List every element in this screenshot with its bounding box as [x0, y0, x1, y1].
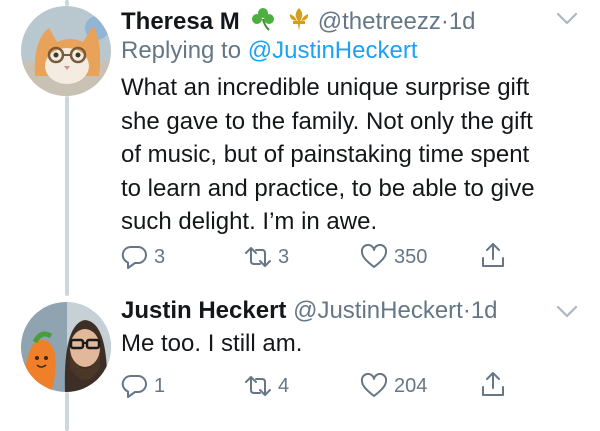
like-button[interactable]: 204	[360, 372, 427, 400]
tweet-text: Me too. I still am.	[121, 327, 302, 361]
tweet-text-line: to learn and practice, to be able to giv…	[121, 174, 535, 202]
thread-line-bottom	[65, 392, 69, 431]
share-icon	[482, 372, 504, 396]
handle[interactable]: @JustinHeckert	[293, 297, 463, 324]
tweet-text-line: of music, but of painstaking time spent	[121, 141, 530, 168]
tweet-header: Theresa M @thetreezz·1d	[121, 6, 476, 39]
share-button[interactable]	[480, 241, 506, 269]
tweet-text-line: What an incredible unique surprise gift	[121, 74, 530, 101]
chevron-down-icon[interactable]	[556, 12, 578, 26]
reply-count: 1	[154, 374, 166, 397]
replying-to: Replying to @JustinHeckert	[121, 37, 418, 65]
handle[interactable]: @thetreezz	[318, 8, 441, 35]
separator: ·	[440, 8, 449, 35]
thread-line-middle	[65, 96, 69, 296]
retweet-button[interactable]: 3	[244, 243, 289, 271]
tweet-text-line: Me too. I still am.	[121, 330, 303, 357]
heart-icon	[360, 244, 388, 268]
separator: ·	[462, 297, 471, 324]
tweet-header: Justin Heckert @JustinHeckert·1d	[121, 297, 498, 325]
avatar-cat-image	[21, 6, 111, 96]
tweet-text-line: such delight. I’m in awe.	[121, 208, 378, 235]
reply-icon	[121, 374, 147, 398]
like-button[interactable]: 350	[360, 243, 427, 271]
avatar[interactable]	[21, 6, 111, 96]
avatar-person-image	[21, 302, 111, 392]
chevron-down-icon[interactable]	[556, 305, 578, 319]
tweet-text-line: she gave to the family. Not only the gif…	[121, 107, 533, 135]
reply-button[interactable]: 3	[121, 243, 165, 271]
timestamp[interactable]: 1d	[471, 297, 498, 324]
avatar[interactable]	[21, 302, 111, 392]
retweet-icon	[245, 376, 271, 396]
like-count: 350	[394, 245, 428, 268]
display-name[interactable]: Justin Heckert	[121, 297, 286, 324]
replying-to-label: Replying to	[121, 37, 242, 64]
retweet-icon	[245, 247, 271, 267]
share-button[interactable]	[480, 370, 506, 398]
heart-icon	[360, 373, 388, 397]
display-name[interactable]: Theresa M	[121, 8, 240, 35]
fleur-de-lis-icon	[287, 6, 311, 39]
shamrock-icon	[250, 6, 276, 39]
retweet-count: 3	[278, 245, 290, 268]
like-count: 204	[394, 374, 428, 397]
share-icon	[482, 243, 504, 267]
reply-icon	[121, 245, 147, 269]
replying-to-mention[interactable]: @JustinHeckert	[248, 37, 418, 64]
timestamp[interactable]: 1d	[449, 8, 476, 35]
reply-count: 3	[154, 245, 166, 268]
reply-button[interactable]: 1	[121, 372, 165, 400]
retweet-button[interactable]: 4	[244, 372, 289, 400]
retweet-count: 4	[278, 374, 290, 397]
tweet-text: What an incredible unique surprise gift …	[121, 71, 535, 239]
